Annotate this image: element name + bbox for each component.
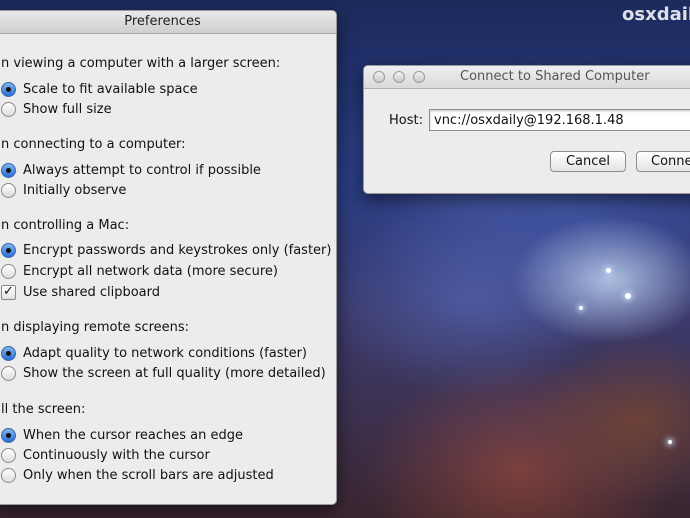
radio-button-selected[interactable] [1, 162, 16, 178]
radio-scroll-bars[interactable]: Only when the scroll bars are adjusted [1, 466, 274, 484]
radio-show-full-size[interactable]: Show full size [1, 100, 112, 118]
radio-initially-observe[interactable]: Initially observe [1, 181, 126, 199]
zoom-window-icon[interactable] [413, 71, 425, 83]
radio-button[interactable] [1, 263, 16, 279]
radio-label: Show the screen at full quality (more de… [23, 365, 326, 381]
section-heading: n viewing a computer with a larger scree… [1, 56, 281, 71]
radio-label: Always attempt to control if possible [23, 162, 261, 178]
star-decoration [606, 268, 611, 273]
preferences-titlebar[interactable]: Preferences [0, 11, 336, 34]
radio-button-selected[interactable] [1, 427, 16, 443]
radio-continuously[interactable]: Continuously with the cursor [1, 446, 210, 464]
radio-adapt-quality[interactable]: Adapt quality to network conditions (fas… [1, 344, 307, 362]
radio-label: Encrypt all network data (more secure) [23, 263, 278, 279]
radio-button[interactable] [1, 467, 16, 483]
checkbox-checked[interactable]: ✓ [1, 284, 16, 300]
minimize-window-icon[interactable] [393, 71, 405, 83]
close-window-icon[interactable] [373, 71, 385, 83]
host-input[interactable] [429, 109, 690, 131]
section-heading: n controlling a Mac: [1, 218, 130, 233]
radio-button[interactable] [1, 101, 16, 117]
star-decoration [668, 440, 672, 444]
connect-window: Connect to Shared Computer Host: Cancel … [363, 65, 690, 194]
radio-always-control[interactable]: Always attempt to control if possible [1, 161, 261, 179]
preferences-window: Preferences n viewing a computer with a … [0, 10, 337, 505]
radio-button-selected[interactable] [1, 345, 16, 361]
radio-label: Initially observe [23, 182, 127, 198]
connect-title: Connect to Shared Computer [460, 69, 650, 84]
star-decoration [625, 293, 631, 299]
connect-titlebar[interactable]: Connect to Shared Computer [364, 66, 690, 89]
radio-label: Only when the scroll bars are adjusted [23, 467, 274, 483]
star-decoration [579, 306, 583, 310]
radio-label: Adapt quality to network conditions (fas… [23, 345, 307, 361]
radio-label: Show full size [23, 101, 112, 117]
radio-label: Scale to fit available space [23, 81, 198, 97]
radio-encrypt-passwords[interactable]: Encrypt passwords and keystrokes only (f… [1, 241, 331, 259]
checkbox-label: Use shared clipboard [23, 284, 161, 300]
radio-cursor-edge[interactable]: When the cursor reaches an edge [1, 426, 243, 444]
checkbox-shared-clipboard[interactable]: ✓ Use shared clipboard [1, 283, 160, 301]
section-heading: ll the screen: [1, 402, 86, 417]
radio-label: When the cursor reaches an edge [23, 427, 244, 443]
radio-button-selected[interactable] [1, 81, 16, 97]
radio-button[interactable] [1, 182, 16, 198]
radio-scale-to-fit[interactable]: Scale to fit available space [1, 80, 198, 98]
radio-button[interactable] [1, 365, 16, 381]
radio-label: Encrypt passwords and keystrokes only (f… [23, 242, 332, 258]
radio-encrypt-all[interactable]: Encrypt all network data (more secure) [1, 262, 278, 280]
radio-label: Continuously with the cursor [23, 447, 210, 463]
cancel-button[interactable]: Cancel [550, 151, 626, 172]
section-heading: n displaying remote screens: [1, 320, 190, 335]
radio-button[interactable] [1, 447, 16, 463]
connect-button[interactable]: Conne [636, 151, 690, 172]
host-label: Host: [389, 113, 423, 128]
radio-button-selected[interactable] [1, 242, 16, 258]
watermark-text: osxdail [622, 4, 690, 25]
section-heading: n connecting to a computer: [1, 137, 186, 152]
radio-full-quality[interactable]: Show the screen at full quality (more de… [1, 364, 326, 382]
